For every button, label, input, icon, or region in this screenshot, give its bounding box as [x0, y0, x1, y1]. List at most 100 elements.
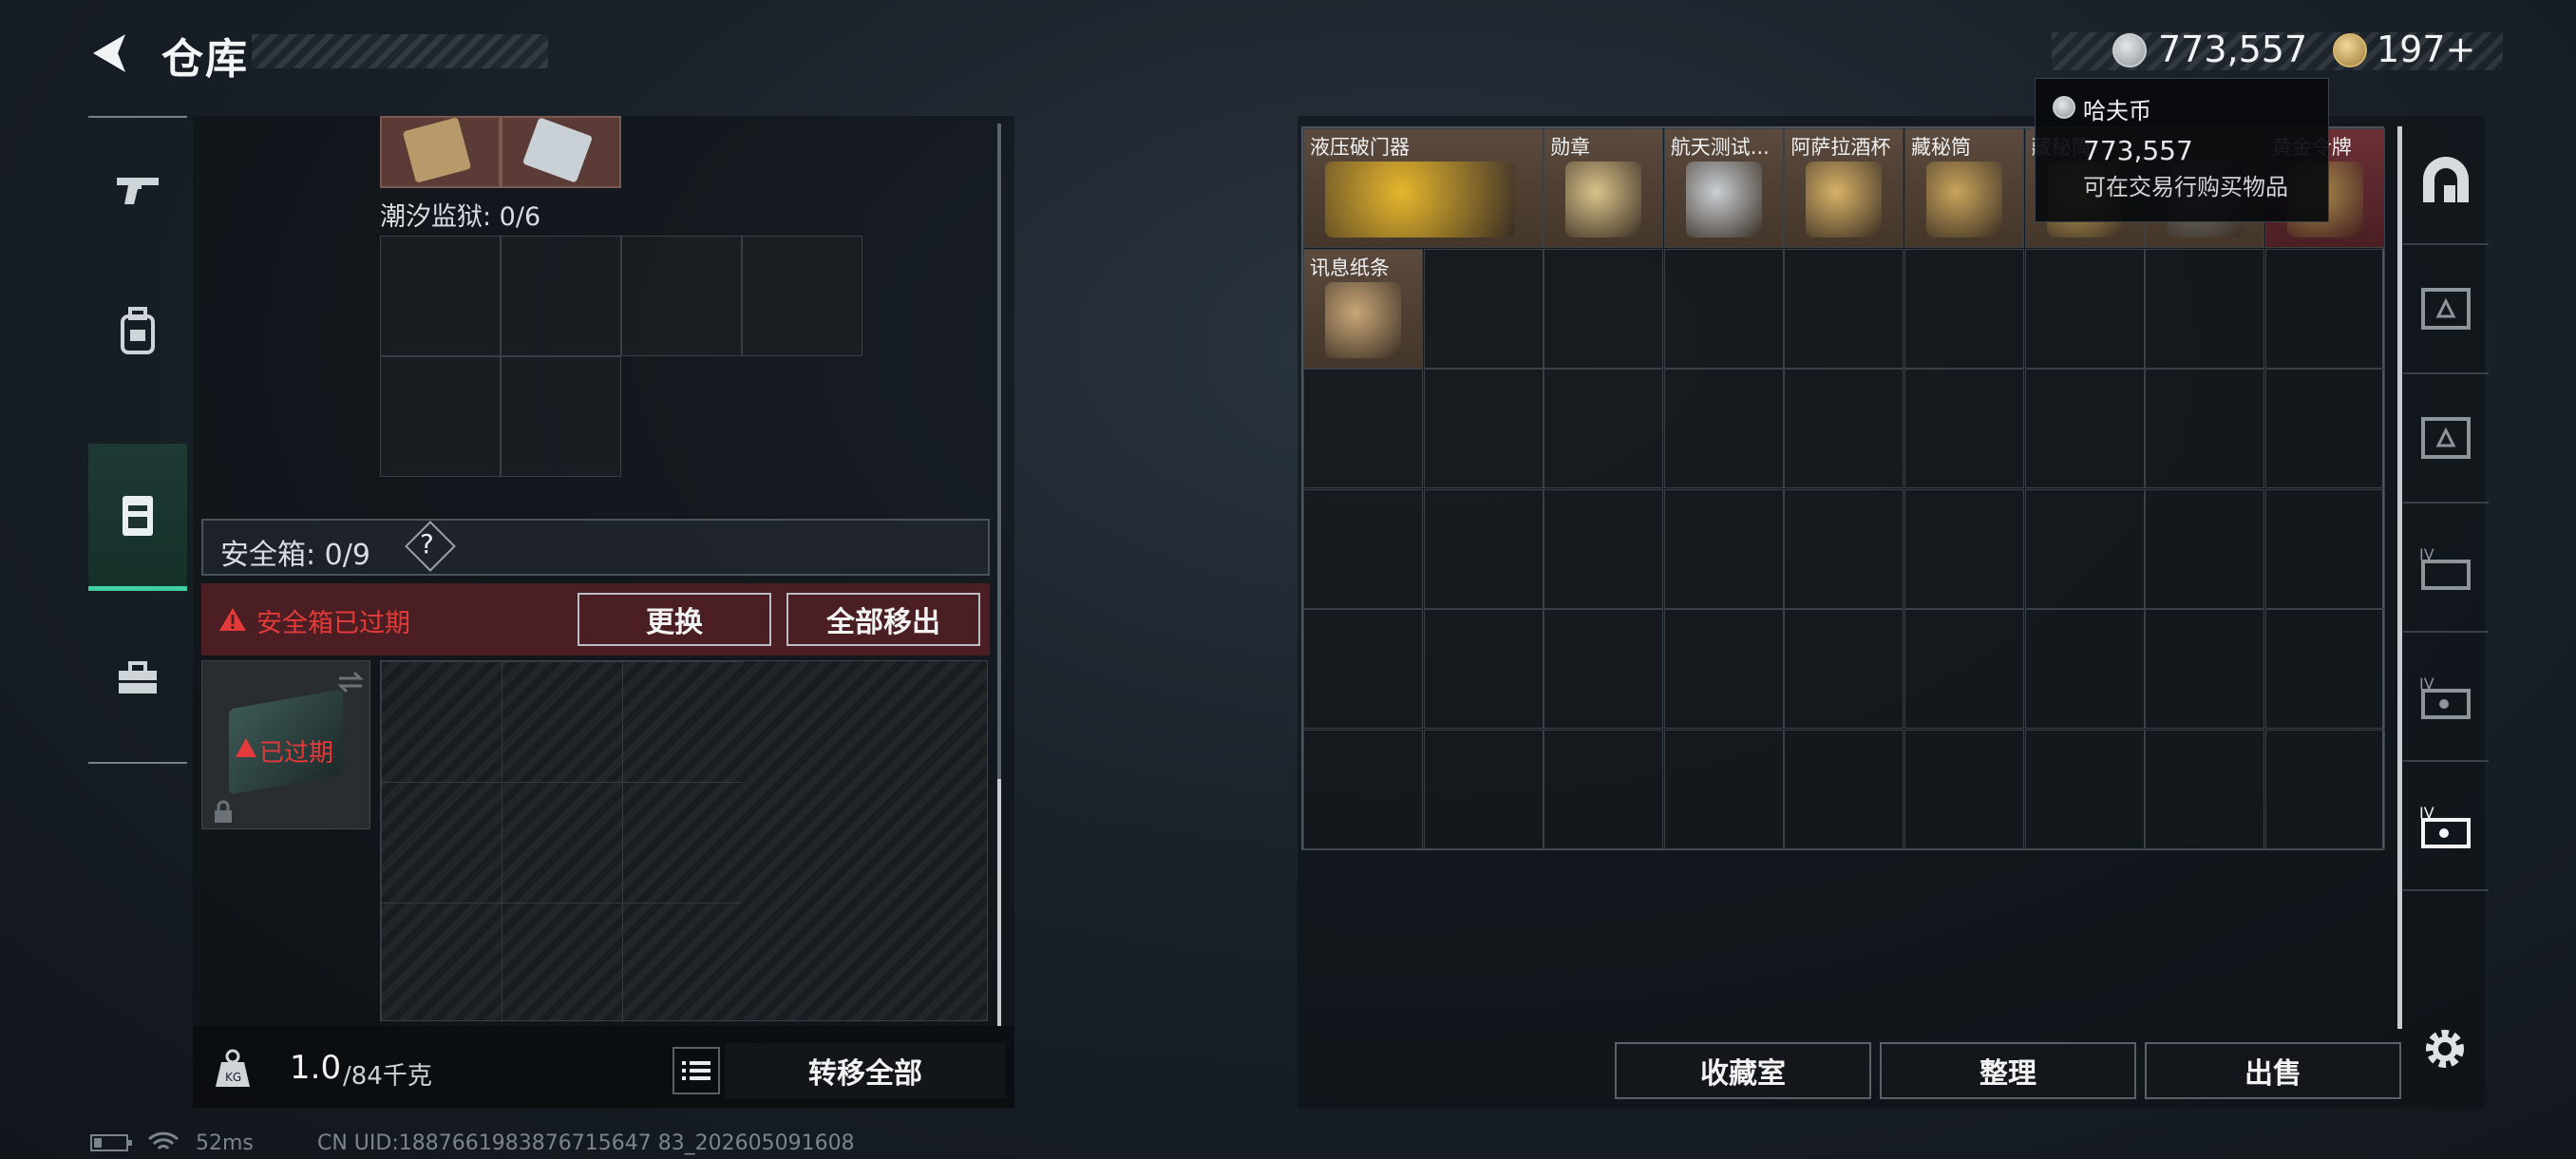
expired-tag: 已过期 — [259, 739, 334, 768]
storage-item-name: 藏秘筒 — [1911, 136, 1971, 159]
nav-weapons[interactable] — [88, 118, 187, 260]
storage-cell[interactable] — [1663, 730, 1784, 849]
storage-cell[interactable] — [2264, 730, 2385, 849]
storage-cell[interactable] — [1904, 369, 2024, 489]
swap-icon[interactable] — [335, 669, 366, 695]
grid-cell[interactable] — [501, 236, 621, 356]
grid-cell[interactable] — [380, 356, 501, 477]
back-button[interactable] — [85, 27, 139, 80]
storage-cell[interactable] — [1544, 488, 1664, 609]
storage-item-name: 航天测试... — [1670, 136, 1770, 159]
storage-cell[interactable] — [1423, 730, 1544, 849]
settings-button[interactable] — [2419, 1023, 2471, 1074]
storage-cell[interactable] — [1904, 730, 2024, 849]
storage-cell[interactable] — [1784, 369, 1904, 489]
card-item-icon — [402, 117, 472, 183]
storage-item-icon — [1565, 162, 1642, 238]
storage-tab-2[interactable] — [2403, 374, 2489, 504]
safe-expired-alert: 安全箱已过期 更换 全部移出 — [201, 583, 990, 656]
storage-cell[interactable] — [1904, 248, 2024, 369]
storage-cell[interactable] — [1544, 609, 1664, 730]
storage-cell[interactable] — [2264, 248, 2385, 369]
storage-tab-4[interactable]: IV — [2403, 633, 2489, 762]
storage-cell[interactable] — [1423, 369, 1544, 489]
storage-cell[interactable] — [2145, 730, 2265, 849]
storage-cell[interactable] — [1423, 609, 1544, 730]
safe-box-header: 安全箱: 0/9 ? — [201, 519, 990, 576]
storage-cell[interactable] — [2264, 369, 2385, 489]
nav-armor[interactable] — [88, 260, 187, 403]
grid-cell[interactable] — [621, 236, 742, 356]
grid-cell[interactable] — [501, 356, 621, 477]
folder-icon: IV — [2419, 545, 2471, 590]
storage-item[interactable]: 讯息纸条 — [1303, 248, 1423, 369]
storage-cell[interactable] — [1544, 248, 1664, 369]
key-box-icon: IV — [2419, 804, 2471, 848]
left-scrollbar-thumb[interactable] — [997, 779, 1001, 1026]
storage-scrollbar[interactable] — [2397, 126, 2402, 1029]
collection-room-button[interactable]: 收藏室 — [1615, 1042, 1871, 1099]
grid-cell[interactable] — [380, 236, 501, 356]
item-slot[interactable] — [501, 116, 621, 188]
storage-cell[interactable] — [1663, 488, 1784, 609]
transfer-all-button[interactable]: 转移全部 — [725, 1043, 1006, 1098]
storage-cell[interactable] — [1544, 369, 1664, 489]
storage-cell[interactable] — [2024, 369, 2145, 489]
move-all-out-button[interactable]: 全部移出 — [786, 593, 980, 646]
storage-item[interactable]: 液压破门器 — [1303, 128, 1544, 248]
storage-cell[interactable] — [1303, 369, 1423, 489]
ping-text: 52ms — [196, 1131, 254, 1155]
storage-cell[interactable] — [1663, 248, 1784, 369]
storage-item-icon — [1325, 162, 1515, 238]
haf-coin-value[interactable]: 773,557 — [2158, 28, 2307, 70]
storage-cell[interactable] — [2024, 248, 2145, 369]
storage-item-name: 阿萨拉酒杯 — [1790, 136, 1891, 159]
list-view-button[interactable] — [672, 1047, 720, 1094]
storage-cell[interactable] — [1423, 248, 1544, 369]
storage-cell[interactable] — [2024, 609, 2145, 730]
storage-cell[interactable] — [1784, 730, 1904, 849]
nav-safe-box[interactable] — [88, 444, 187, 591]
storage-cell[interactable] — [2145, 609, 2265, 730]
gold-coin-value[interactable]: 197+ — [2377, 28, 2475, 70]
safe-box-slot[interactable]: 已过期 — [201, 660, 370, 829]
storage-cell[interactable] — [1784, 488, 1904, 609]
gear-icon — [2426, 1030, 2464, 1068]
storage-cell[interactable] — [1904, 609, 2024, 730]
storage-cell[interactable] — [2145, 248, 2265, 369]
storage-cell[interactable] — [1303, 609, 1423, 730]
storage-cell[interactable] — [2024, 730, 2145, 849]
sort-button[interactable]: 整理 — [1880, 1042, 2136, 1099]
grid-cell[interactable] — [742, 236, 862, 356]
storage-cell[interactable] — [2024, 488, 2145, 609]
storage-cell[interactable] — [1423, 488, 1544, 609]
storage-cell[interactable] — [1303, 488, 1423, 609]
storage-tab-3[interactable]: IV — [2403, 504, 2489, 633]
storage-item[interactable]: 航天测试... — [1663, 128, 1784, 248]
storage-cell[interactable] — [2264, 488, 2385, 609]
storage-cell[interactable] — [1663, 609, 1784, 730]
storage-cell[interactable] — [2145, 488, 2265, 609]
storage-item[interactable]: 藏秘筒 — [1904, 128, 2024, 248]
nav-tools[interactable] — [88, 607, 187, 750]
storage-cell[interactable] — [1904, 488, 2024, 609]
replace-button[interactable]: 更换 — [578, 593, 771, 646]
storage-cell[interactable] — [1544, 730, 1664, 849]
svg-text:KG: KG — [225, 1071, 241, 1084]
storage-tab-all[interactable] — [2403, 116, 2489, 245]
storage-item[interactable]: 勋章 — [1544, 128, 1664, 248]
item-slot[interactable] — [380, 116, 501, 188]
sell-button[interactable]: 出售 — [2145, 1042, 2401, 1099]
storage-tab-5-active[interactable]: IV — [2403, 762, 2489, 891]
storage-item[interactable]: 阿萨拉酒杯 — [1784, 128, 1904, 248]
storage-cell[interactable] — [1303, 730, 1423, 849]
help-icon[interactable]: ? — [420, 528, 434, 560]
storage-tab-1[interactable] — [2403, 245, 2489, 374]
storage-item-icon — [1325, 281, 1401, 358]
storage-cell[interactable] — [1663, 369, 1784, 489]
storage-cell[interactable] — [2145, 369, 2265, 489]
storage-cell[interactable] — [1784, 248, 1904, 369]
storage-cell[interactable] — [1784, 609, 1904, 730]
storage-cell[interactable] — [2264, 609, 2385, 730]
weight-value: 1.0 — [290, 1049, 342, 1087]
